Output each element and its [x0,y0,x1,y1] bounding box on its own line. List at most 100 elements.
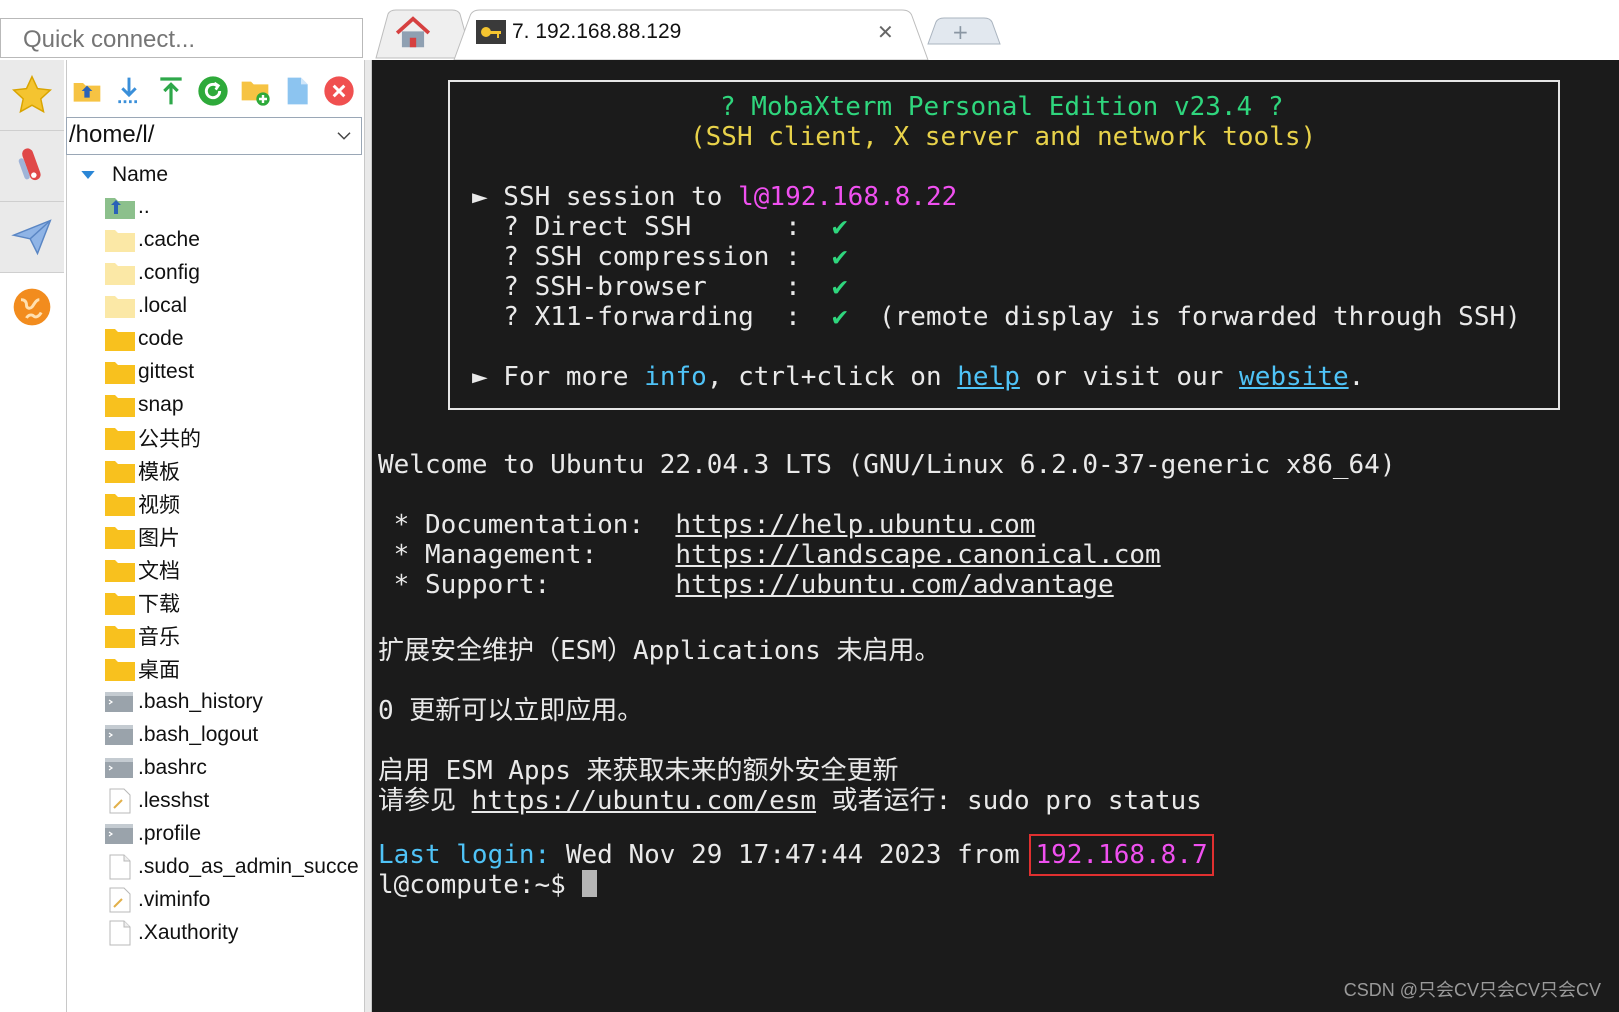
list-item[interactable]: 视频 [104,487,364,520]
updates-line: 0 更新可以立即应用。 [378,696,644,726]
file-name: 图片 [138,526,180,550]
list-item[interactable]: .Xauthority [104,916,364,949]
list-item[interactable]: snap [104,388,364,421]
list-item[interactable]: 桌面 [104,652,364,685]
banner-subtitle: (SSH client, X server and network tools) [690,122,1317,152]
delete-button[interactable] [322,74,356,108]
list-item[interactable]: 下载 [104,586,364,619]
folder-icon [104,490,138,518]
file-name: snap [138,392,184,416]
file-name: .bash_history [138,689,263,713]
path-select[interactable]: /home/l/ [66,117,362,155]
home-tab[interactable] [394,14,432,57]
list-item[interactable]: gittest [104,355,364,388]
file-name: 公共的 [138,427,201,451]
folder-icon [104,226,138,254]
file-name: .bash_logout [138,722,259,746]
list-item[interactable]: code [104,322,364,355]
close-icon: ✕ [877,20,894,44]
list-item[interactable]: .lesshst [104,784,364,817]
new-tab-button[interactable]: + [952,20,969,44]
more-mid2: or visit our [1019,362,1240,392]
list-item[interactable]: 模板 [104,454,364,487]
file-name: .sudo_as_admin_succe [138,854,359,878]
prompt: l@compute:~$ [378,870,582,900]
list-item[interactable]: .profile [104,817,364,850]
support-link[interactable]: https://ubuntu.com/advantage [675,570,1113,600]
link-label: * Support: [378,570,676,600]
banner-row: ? SSH-browser : ✔ [472,272,848,302]
website-link[interactable]: website [1239,362,1349,392]
refresh-button[interactable] [196,74,230,108]
path-value: /home/l/ [69,121,155,148]
support-line: * Support: https://ubuntu.com/advantage [378,570,1114,600]
list-item[interactable]: .bash_history [104,685,364,718]
plus-icon: + [952,20,969,44]
last-login-line: Last login: Wed Nov 29 17:47:44 2023 fro… [378,834,1214,876]
prompt-line[interactable]: l@compute:~$ [378,870,597,900]
quick-connect-input[interactable] [0,18,363,58]
parent-folder-icon [73,83,101,102]
download-button[interactable] [112,74,146,108]
close-tab-button[interactable]: ✕ [877,20,894,44]
management-line: * Management: https://landscape.canonica… [378,540,1161,570]
list-item[interactable]: .. [104,190,364,223]
list-item[interactable]: .config [104,256,364,289]
row-label: ? SSH compression : [472,242,833,272]
link-label: * Documentation: [378,510,676,540]
file-name: .. [138,194,150,218]
more-mid: , ctrl+click on [706,362,958,392]
check-icon: ✔ [832,242,848,272]
file-name: 文档 [138,559,180,583]
row-label: ? X11-forwarding : [472,302,833,332]
file-name: .viminfo [138,887,211,911]
list-item[interactable]: .cache [104,223,364,256]
doc-link[interactable]: https://help.ubuntu.com [675,510,1035,540]
file-list: .. .cache .config .local code gittest sn… [104,190,364,949]
watermark: CSDN @只会CV只会CV只会CV [1343,980,1601,1000]
list-item[interactable]: 图片 [104,520,364,553]
list-item[interactable]: .viminfo [104,883,364,916]
parent-folder-button[interactable] [70,74,104,108]
upload-button[interactable] [154,74,188,108]
new-file-button[interactable] [280,74,314,108]
list-item[interactable]: 文档 [104,553,364,586]
folder-icon [104,655,138,683]
session-prefix: ► SSH session to [472,182,739,212]
management-link[interactable]: https://landscape.canonical.com [675,540,1160,570]
name-column-header[interactable]: Name [80,160,168,190]
banner-more-line: ► For more info, ctrl+click on help or v… [472,362,1364,392]
file-name: 音乐 [138,625,180,649]
sessions-tab[interactable] [0,60,64,131]
folder-icon [104,622,138,650]
shell-file-icon [104,820,138,848]
file-name: 模板 [138,460,180,484]
list-item[interactable]: 公共的 [104,421,364,454]
folder-icon [104,259,138,287]
session-target: l@192.168.8.22 [738,182,958,212]
terminal[interactable]: ? MobaXterm Personal Edition v23.4 ? (SS… [372,60,1619,1012]
new-file-icon [287,77,308,105]
esm-link[interactable]: https://ubuntu.com/esm [472,786,816,816]
list-item[interactable]: .sudo_as_admin_succe [104,850,364,883]
welcome-line: Welcome to Ubuntu 22.04.3 LTS (GNU/Linux… [378,450,1396,480]
panel-splitter[interactable] [364,60,372,1012]
macros-tab[interactable] [0,202,64,273]
sort-arrow-icon [81,171,95,179]
tools-tab[interactable] [0,131,64,202]
folder-icon [104,325,138,353]
list-item[interactable]: .bashrc [104,751,364,784]
list-item[interactable]: .bash_logout [104,718,364,751]
help-link[interactable]: help [957,362,1020,392]
new-folder-icon [241,81,270,106]
file-name: .local [138,293,188,317]
list-item[interactable]: .local [104,289,364,322]
see-prefix: 请参见 [378,786,472,816]
sidebar-tabs [0,60,67,1012]
session-tab[interactable]: 7. 192.168.88.129 [476,20,681,44]
sftp-tab[interactable] [0,272,64,342]
info-link[interactable]: info [644,362,707,392]
check-icon: ✔ [832,272,848,302]
new-folder-button[interactable] [238,74,272,108]
list-item[interactable]: 音乐 [104,619,364,652]
